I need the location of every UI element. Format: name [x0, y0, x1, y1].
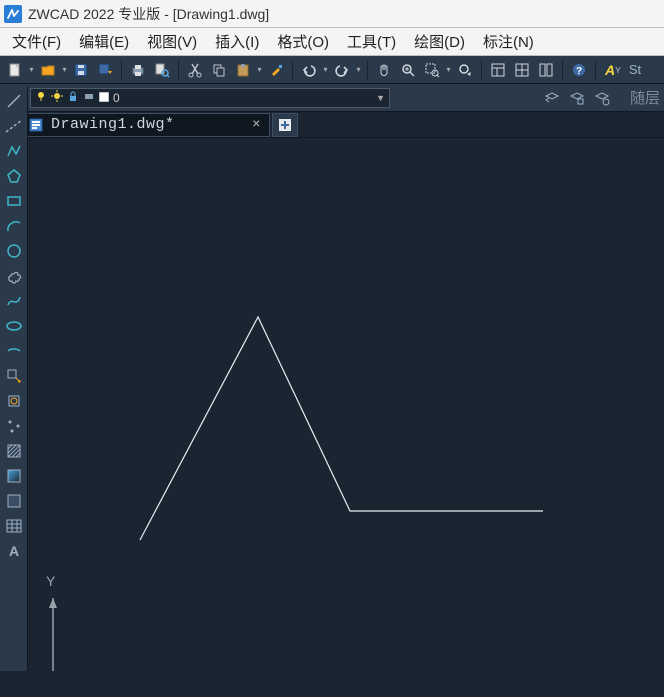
titlebar: ZWCAD 2022 专业版 - [Drawing1.dwg]: [0, 0, 664, 28]
layer-state-button[interactable]: [566, 87, 588, 109]
new-tab-button[interactable]: [272, 113, 298, 137]
menu-view[interactable]: 视图(V): [139, 29, 205, 54]
menu-tools[interactable]: 工具(T): [339, 29, 404, 54]
menu-dimension[interactable]: 标注(N): [475, 29, 542, 54]
gradient-tool-button[interactable]: [3, 465, 25, 487]
toolbar-separator: [562, 60, 563, 80]
menu-file[interactable]: 文件(F): [4, 29, 69, 54]
insert-block-tool-button[interactable]: [3, 365, 25, 387]
text-style-button[interactable]: Aʏ: [601, 59, 625, 81]
drawing-canvas[interactable]: Y X: [28, 138, 664, 671]
undo-button[interactable]: [298, 59, 320, 81]
main-area: A ▼ Drawing1.dwg* ×: [0, 112, 664, 671]
menubar: 文件(F) 编辑(E) 视图(V) 插入(I) 格式(O) 工具(T) 绘图(D…: [0, 28, 664, 56]
redo-dropdown-icon[interactable]: ▾: [355, 59, 362, 81]
draw-toolbar: A: [0, 86, 28, 671]
layer-toolbar: 0 ▼ 随层: [0, 84, 664, 112]
open-dropdown-icon[interactable]: ▾: [61, 59, 68, 81]
toolbar-separator: [481, 60, 482, 80]
zoom-realtime-button[interactable]: [397, 59, 419, 81]
layer-iso-button[interactable]: [591, 87, 613, 109]
help-button[interactable]: ?: [568, 59, 590, 81]
toolbar-separator: [367, 60, 368, 80]
ellipse-tool-button[interactable]: [3, 315, 25, 337]
toolbar-separator: [595, 60, 596, 80]
svg-text:A: A: [8, 543, 18, 559]
toolbar-separator: [178, 60, 179, 80]
new-button[interactable]: [4, 59, 26, 81]
ucs-icon: [48, 598, 138, 671]
cut-button[interactable]: [184, 59, 206, 81]
circle-tool-button[interactable]: [3, 240, 25, 262]
document-tab-label: Drawing1.dwg*: [51, 116, 175, 133]
line-tool-button[interactable]: [3, 90, 25, 112]
toolpalette-button[interactable]: [535, 59, 557, 81]
rectangle-tool-button[interactable]: [3, 190, 25, 212]
dwg-file-icon: [29, 117, 45, 133]
pan-button[interactable]: [373, 59, 395, 81]
copy-button[interactable]: [208, 59, 230, 81]
open-button[interactable]: [37, 59, 59, 81]
layer-name-label: 0: [113, 91, 120, 105]
menu-edit[interactable]: 编辑(E): [71, 29, 137, 54]
document-tab[interactable]: Drawing1.dwg* ×: [20, 113, 270, 137]
layer-dropdown[interactable]: 0 ▼: [30, 88, 390, 108]
text-style-label: St: [629, 62, 641, 77]
paste-button[interactable]: [232, 59, 254, 81]
menu-format[interactable]: 格式(O): [269, 29, 337, 54]
print-button[interactable]: [127, 59, 149, 81]
xline-tool-button[interactable]: [3, 115, 25, 137]
paste-dropdown-icon[interactable]: ▾: [256, 59, 263, 81]
hatch-tool-button[interactable]: [3, 440, 25, 462]
drawing-polyline: [140, 317, 543, 540]
layer-lock-icon: [67, 90, 79, 105]
zoom-dropdown-icon[interactable]: ▾: [445, 59, 452, 81]
close-tab-button[interactable]: ×: [252, 117, 261, 133]
text-tool-button[interactable]: A: [3, 540, 25, 562]
spline-tool-button[interactable]: [3, 290, 25, 312]
arc-tool-button[interactable]: [3, 215, 25, 237]
polyline-tool-button[interactable]: [3, 140, 25, 162]
point-tool-button[interactable]: [3, 415, 25, 437]
properties-button[interactable]: [487, 59, 509, 81]
bylayer-label: 随层: [630, 87, 660, 108]
svg-text:?: ?: [576, 66, 582, 77]
save-button[interactable]: [70, 59, 92, 81]
layer-color-swatch: [99, 91, 109, 105]
undo-dropdown-icon[interactable]: ▾: [322, 59, 329, 81]
layer-plot-icon: [83, 90, 95, 105]
ellipse-arc-tool-button[interactable]: [3, 340, 25, 362]
axis-y-label: Y: [46, 573, 55, 589]
layer-on-icon: [35, 90, 47, 105]
make-block-tool-button[interactable]: [3, 390, 25, 412]
drawing-svg: [28, 138, 664, 671]
zoom-prev-button[interactable]: [454, 59, 476, 81]
preview-button[interactable]: [151, 59, 173, 81]
menu-draw[interactable]: 绘图(D): [406, 29, 473, 54]
toolbar-separator: [121, 60, 122, 80]
designcenter-button[interactable]: [511, 59, 533, 81]
region-tool-button[interactable]: [3, 490, 25, 512]
document-tabstrip: ▼ Drawing1.dwg* ×: [0, 112, 664, 138]
polygon-tool-button[interactable]: [3, 165, 25, 187]
table-tool-button[interactable]: [3, 515, 25, 537]
new-dropdown-icon[interactable]: ▾: [28, 59, 35, 81]
saveas-button[interactable]: [94, 59, 116, 81]
standard-toolbar: ▾ ▾ ▾ ▾ ▾ ▾ ? Aʏ St: [0, 56, 664, 84]
layer-freeze-icon: [51, 90, 63, 105]
menu-insert[interactable]: 插入(I): [207, 29, 267, 54]
app-title: ZWCAD 2022 专业版 - [Drawing1.dwg]: [28, 4, 269, 24]
zoom-window-button[interactable]: [421, 59, 443, 81]
layer-prev-button[interactable]: [541, 87, 563, 109]
app-logo-icon: [4, 5, 22, 23]
chevron-down-icon: ▼: [376, 93, 385, 103]
revcloud-tool-button[interactable]: [3, 265, 25, 287]
redo-button[interactable]: [331, 59, 353, 81]
matchprop-button[interactable]: [265, 59, 287, 81]
toolbar-separator: [292, 60, 293, 80]
